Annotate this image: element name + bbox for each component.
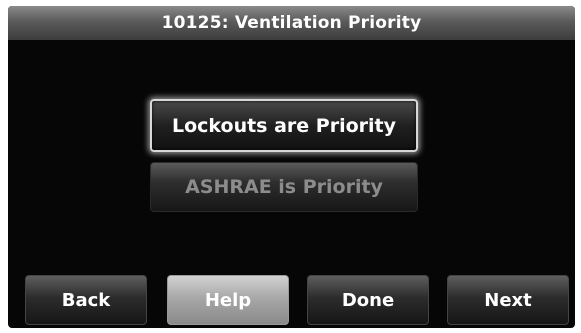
- ashrae-priority-option[interactable]: ASHRAE is Priority: [150, 162, 418, 212]
- back-button[interactable]: Back: [25, 275, 147, 325]
- lockouts-priority-option[interactable]: Lockouts are Priority: [150, 99, 418, 152]
- page-title: 10125: Ventilation Priority: [8, 6, 575, 40]
- done-button[interactable]: Done: [307, 275, 429, 325]
- thermostat-screen: 10125: Ventilation Priority Lockouts are…: [0, 0, 581, 333]
- help-button[interactable]: Help: [167, 275, 289, 325]
- next-button[interactable]: Next: [447, 275, 569, 325]
